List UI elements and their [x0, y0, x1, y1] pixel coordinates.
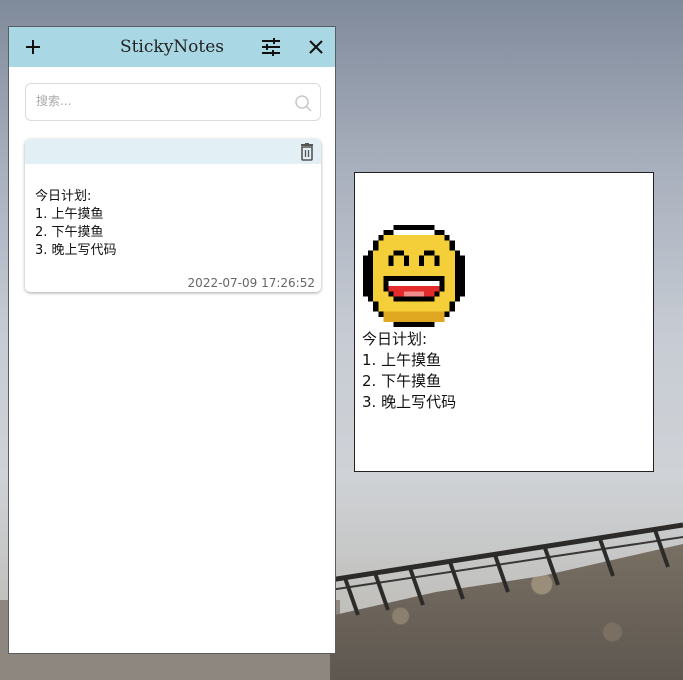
pixel-smiley-face — [363, 225, 465, 327]
note-line: 1. 上午摸鱼 — [35, 207, 104, 222]
note-card-content: 今日计划: 1. 上午摸鱼 2. 下午摸鱼 3. 晚上写代码 — [35, 188, 117, 260]
note-line: 今日计划: — [35, 189, 92, 204]
app-title: StickyNotes — [119, 37, 225, 57]
note-card-header — [25, 139, 321, 164]
stickynotes-window: StickyNotes 搜索... 今日计划: 1. 上午摸鱼 2. 下午摸鱼 … — [8, 26, 336, 654]
trash-icon[interactable] — [299, 143, 315, 161]
note-line: 2. 下午摸鱼 — [35, 225, 104, 240]
open-note-window[interactable]: 今日计划: 1. 上午摸鱼 2. 下午摸鱼 3. 晚上写代码 — [354, 172, 654, 472]
close-icon[interactable] — [304, 35, 328, 59]
note-line: 3. 晚上写代码 — [362, 393, 457, 411]
search-box — [25, 83, 321, 121]
note-line: 3. 晚上写代码 — [35, 243, 117, 258]
open-note-content[interactable]: 今日计划: 1. 上午摸鱼 2. 下午摸鱼 3. 晚上写代码 — [362, 329, 456, 413]
note-card[interactable]: 今日计划: 1. 上午摸鱼 2. 下午摸鱼 3. 晚上写代码 2022-07-0… — [25, 139, 321, 292]
sliders-icon[interactable] — [259, 35, 283, 59]
note-line: 2. 下午摸鱼 — [362, 372, 442, 390]
search-input[interactable] — [34, 93, 288, 109]
note-line: 1. 上午摸鱼 — [362, 351, 442, 369]
note-line: 今日计划: — [362, 330, 428, 348]
titlebar: StickyNotes — [9, 27, 335, 67]
desktop-railing — [330, 522, 683, 616]
search-icon[interactable] — [294, 94, 312, 112]
note-timestamp: 2022-07-09 17:26:52 — [187, 276, 315, 290]
